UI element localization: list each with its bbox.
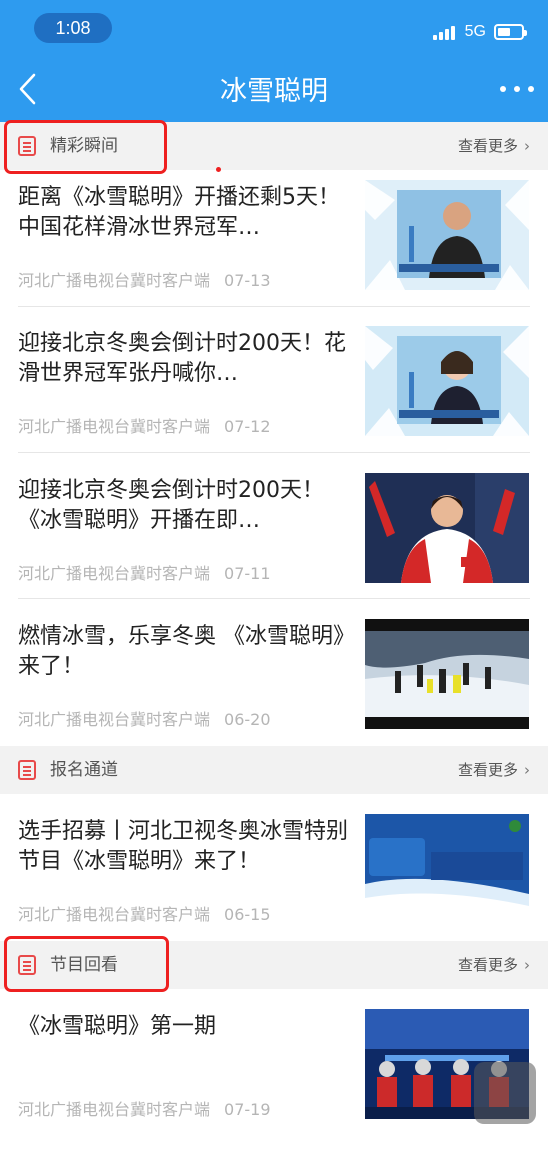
article-thumbnail [365, 814, 529, 924]
chevron-right-icon: › [524, 761, 530, 779]
battery-icon [494, 24, 527, 40]
red-dot [216, 167, 221, 172]
view-more-link[interactable]: 查看更多 › [458, 746, 530, 794]
article-title: 迎接北京冬奥会倒计时200天！花滑世界冠军张丹喊你… [18, 331, 346, 386]
chevron-right-icon: › [524, 956, 530, 974]
article-title: 选手招募丨河北卫视冬奥冰雪特别节目《冰雪聪明》来了！ [18, 819, 349, 874]
article-thumbnail [365, 180, 529, 290]
divider [18, 306, 530, 307]
article-title: 距离《冰雪聪明》开播还剩5天！中国花样滑冰世界冠军… [18, 185, 340, 240]
dot-icon [500, 86, 506, 92]
app-header: 1:08 5G 冰雪聪明 [0, 0, 548, 122]
status-time: 1:08 [34, 13, 112, 43]
status-indicators: 5G [432, 20, 527, 44]
article-thumbnail [365, 619, 529, 729]
section-title: 报名通道 [50, 760, 118, 780]
dot-icon [514, 86, 520, 92]
article-title: 迎接北京冬奥会倒计时200天！《冰雪聪明》开播在即… [18, 478, 324, 533]
dot-icon [528, 86, 534, 92]
article-meta: 河北广播电视台冀时客户端 06-15 [18, 905, 271, 924]
highlight-box [4, 120, 167, 174]
floating-overlay-button[interactable] [474, 1062, 536, 1124]
article-thumbnail [365, 473, 529, 583]
network-type: 5G [464, 23, 486, 40]
article-meta: 河北广播电视台冀时客户端 07-11 [18, 564, 271, 583]
article-meta: 河北广播电视台冀时客户端 07-13 [18, 271, 271, 290]
page-title: 冰雪聪明 [220, 76, 328, 107]
view-more-link[interactable]: 查看更多 › [458, 122, 530, 170]
article-meta: 河北广播电视台冀时客户端 07-19 [18, 1100, 271, 1119]
article-item[interactable]: 燃情冰雪，乐享冬奥 《冰雪聪明》来了！ 河北广播电视台冀时客户端 06-20 [0, 619, 548, 766]
app-screen: 1:08 5G 冰雪聪明 精彩瞬间 查看更多 › 距离《冰雪聪明》开播还剩5天！中… [0, 0, 548, 1154]
document-icon [18, 760, 36, 780]
article-meta: 河北广播电视台冀时客户端 06-20 [18, 710, 271, 729]
article-meta: 河北广播电视台冀时客户端 07-12 [18, 417, 271, 436]
signal-icon [432, 24, 457, 40]
divider [18, 598, 530, 599]
chevron-right-icon: › [524, 137, 530, 155]
section-header-registration: 报名通道 查看更多 › [0, 746, 548, 794]
divider [18, 452, 530, 453]
highlight-box [4, 936, 169, 992]
article-item[interactable]: 《冰雪聪明》第一期 河北广播电视台冀时客户端 07-19 [0, 1009, 548, 1154]
more-options-button[interactable] [500, 78, 534, 100]
article-thumbnail [365, 326, 529, 436]
article-title: 《冰雪聪明》第一期 [18, 1014, 217, 1039]
article-title: 燃情冰雪，乐享冬奥 《冰雪聪明》来了！ [18, 624, 355, 679]
view-more-link[interactable]: 查看更多 › [458, 941, 530, 989]
